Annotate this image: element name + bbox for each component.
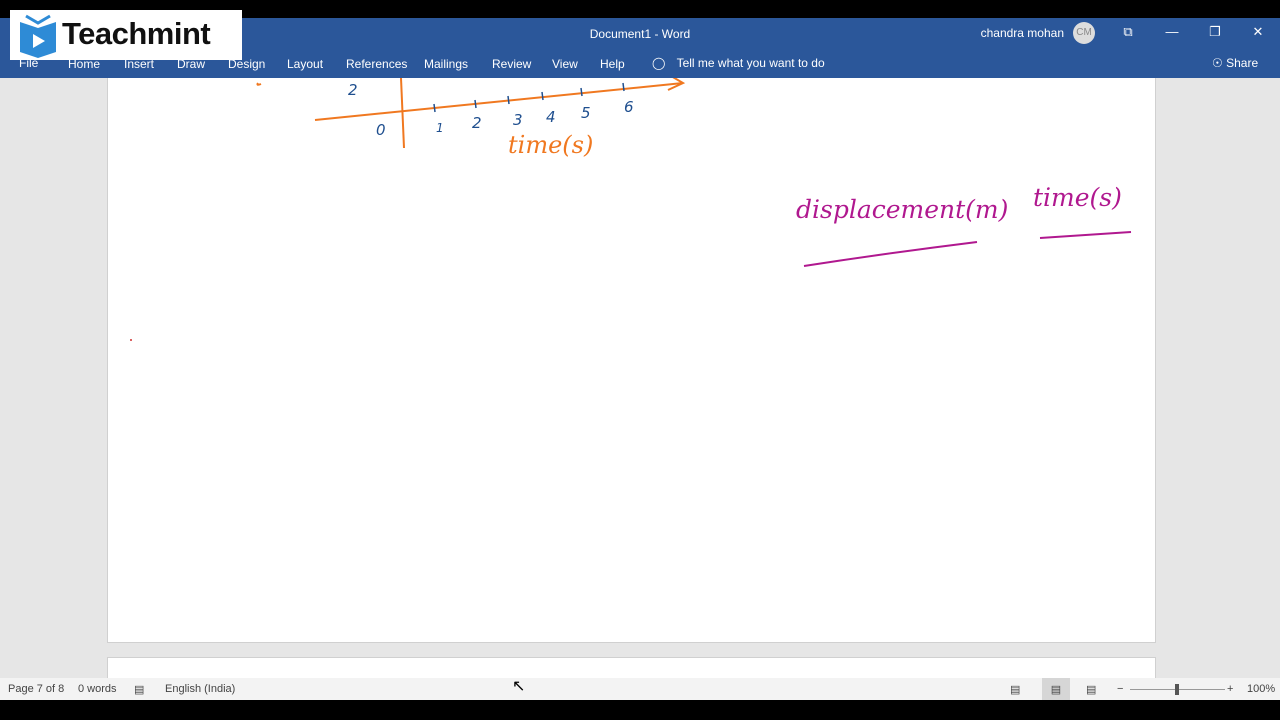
print-layout-icon[interactable]: ▤ (1042, 678, 1070, 700)
tab-mailings[interactable]: Mailings (424, 57, 468, 71)
word-count[interactable]: 0 words (78, 683, 117, 695)
minimize-button[interactable]: — (1162, 24, 1182, 39)
ink-drawing: 2 0 1 2 3 4 5 6 time(s) displacement(m) … (130, 78, 1132, 341)
tab-layout[interactable]: Layout (287, 57, 323, 71)
web-layout-icon[interactable]: ▤ (1086, 683, 1096, 696)
page-count[interactable]: Page 7 of 8 (8, 683, 64, 695)
x-axis-label: time(s) (508, 131, 593, 159)
proofing-icon[interactable]: ▤ (134, 683, 144, 696)
tab-view[interactable]: View (552, 57, 578, 71)
user-name[interactable]: chandra mohan (981, 26, 1064, 40)
teachmint-watermark: Teachmint (10, 10, 242, 60)
zoom-level[interactable]: 100% (1247, 683, 1275, 695)
x-tick-label: 5 (581, 104, 591, 122)
language[interactable]: English (India) (165, 683, 235, 695)
zoom-in-button[interactable]: + (1227, 683, 1233, 695)
document-workspace: 2 0 1 2 3 4 5 6 time(s) displacement(m) … (0, 78, 1280, 687)
time-underline (1039, 231, 1132, 239)
x-tick-label: 2 (472, 114, 482, 132)
tell-me-label: Tell me what you want to do (676, 56, 825, 70)
y-tick-label: 2 (348, 81, 358, 99)
bottom-black-bar (0, 700, 1280, 720)
close-button[interactable]: ✕ (1248, 24, 1268, 40)
x-tick-label: 6 (624, 98, 634, 116)
share-button[interactable]: ☉ Share (1212, 56, 1258, 70)
x-tick-label: 4 (546, 108, 556, 126)
teachmint-logo-icon (20, 14, 56, 58)
column-header-displacement: displacement(m) (796, 195, 1008, 224)
time-axis (256, 78, 686, 149)
tab-review[interactable]: Review (492, 57, 531, 71)
person-icon: ☉ (1212, 56, 1223, 70)
tab-references[interactable]: References (346, 57, 407, 71)
y-axis-line (400, 78, 405, 149)
document-page[interactable]: 2 0 1 2 3 4 5 6 time(s) displacement(m) … (107, 78, 1156, 643)
displacement-underline (803, 241, 978, 267)
x-tick-label: 1 (436, 121, 444, 135)
tell-me-search[interactable]: ◯ Tell me what you want to do (652, 56, 825, 70)
read-mode-icon[interactable]: ▤ (1010, 683, 1020, 696)
x-tick-label: 0 (376, 121, 386, 139)
lightbulb-icon: ◯ (652, 56, 666, 70)
brand-name: Teachmint (62, 16, 211, 51)
mouse-cursor-icon: ↖ (512, 678, 526, 695)
zoom-slider-thumb[interactable] (1175, 684, 1179, 695)
avatar[interactable]: CM (1073, 22, 1095, 44)
share-label: Share (1226, 56, 1259, 70)
ink-dot (130, 339, 132, 341)
x-tick-label: 3 (513, 111, 523, 129)
status-bar: Page 7 of 8 0 words ▤ English (India) ↖ … (0, 678, 1280, 700)
column-header-time: time(s) (1033, 183, 1122, 212)
ink-stroke-fragment (256, 82, 262, 86)
ribbon-display-options-button[interactable]: ⧉ (1118, 24, 1138, 40)
tab-help[interactable]: Help (600, 57, 625, 71)
restore-button[interactable]: ❐ (1205, 24, 1225, 40)
zoom-out-button[interactable]: − (1117, 683, 1123, 695)
